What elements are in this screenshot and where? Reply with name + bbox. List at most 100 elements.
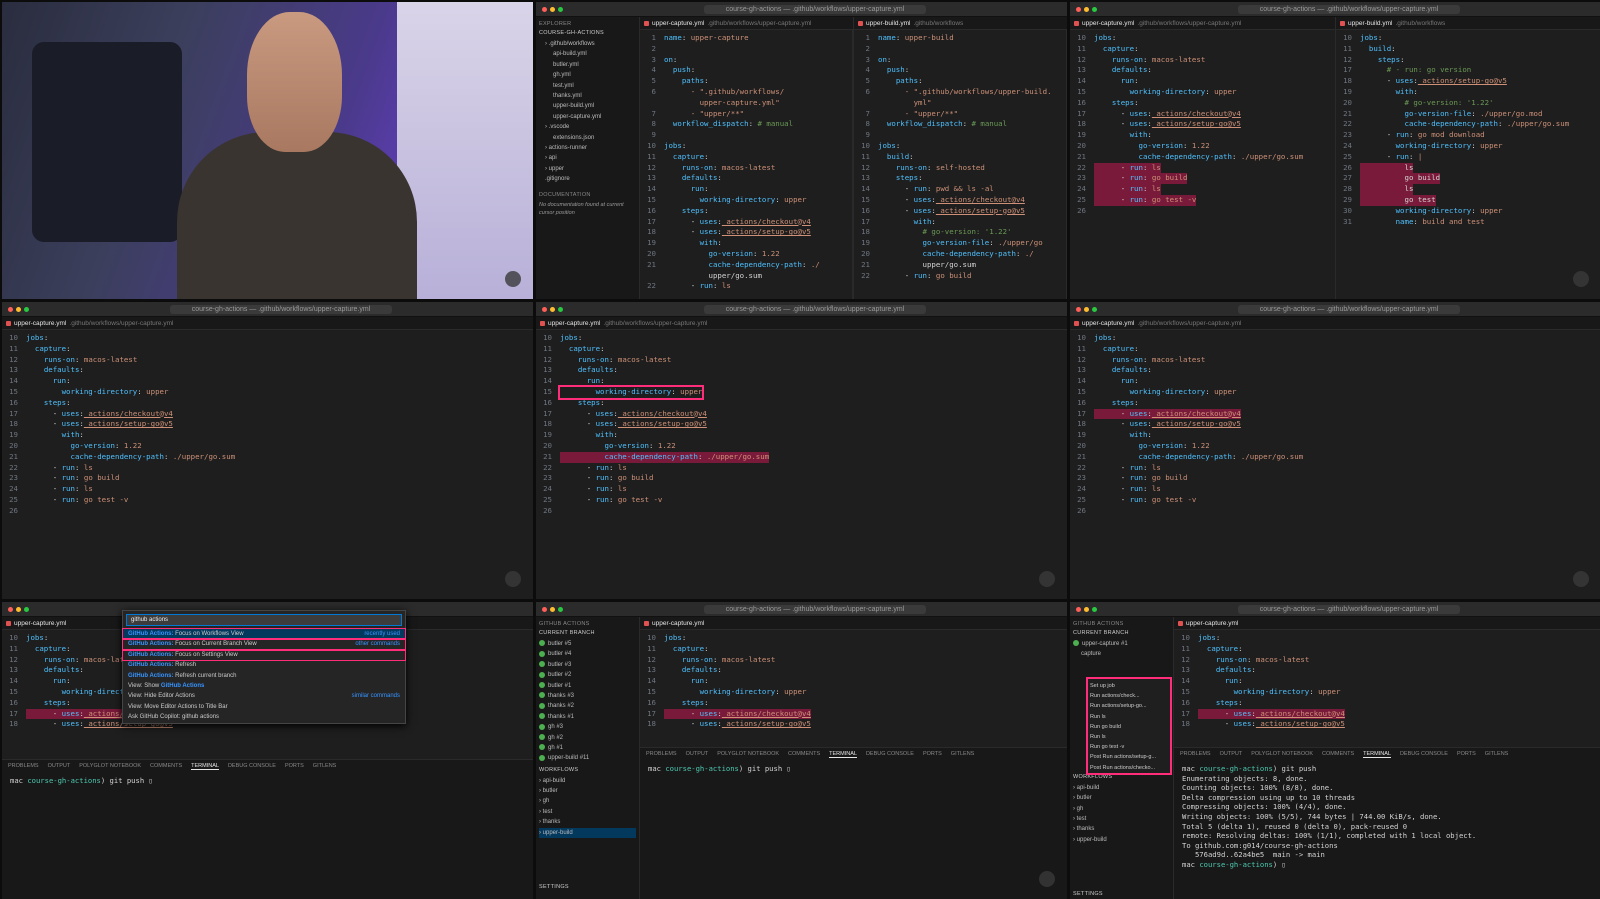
- panel-tab-problems[interactable]: PROBLEMS: [1180, 751, 1211, 757]
- explorer-item[interactable]: › upper: [539, 164, 636, 174]
- command-center[interactable]: course-gh-actions — .github/workflows/up…: [569, 4, 1061, 14]
- panel-tab-output[interactable]: OUTPUT: [686, 751, 709, 757]
- workflow-run-item[interactable]: thanks #1: [539, 712, 636, 722]
- command-palette-input[interactable]: github actions: [126, 614, 402, 626]
- command-item[interactable]: GitHub Actions: Refresh: [123, 660, 405, 670]
- workflow-item[interactable]: › thanks: [1073, 824, 1170, 834]
- terminal[interactable]: mac course-gh-actions) git push Enumerati…: [1174, 760, 1600, 874]
- run-step-item[interactable]: Run ls: [1090, 712, 1168, 722]
- command-center[interactable]: course-gh-actions — .github/workflows/up…: [569, 304, 1061, 314]
- panel-tab-output[interactable]: OUTPUT: [1220, 751, 1243, 757]
- panel-tab-comments[interactable]: COMMENTS: [1322, 751, 1354, 757]
- explorer-item[interactable]: › api: [539, 153, 636, 163]
- command-item[interactable]: View: Show GitHub Actions: [123, 681, 405, 691]
- tab-upper-capture[interactable]: upper-capture.yml .github/workflows/upper…: [540, 320, 707, 327]
- explorer-item[interactable]: › actions-runner: [539, 143, 636, 153]
- explorer-item[interactable]: thanks.yml: [539, 91, 636, 101]
- explorer-item[interactable]: test.yml: [539, 81, 636, 91]
- tab-upper-capture[interactable]: upper-capture.yml .github/workflows/upper…: [6, 320, 173, 327]
- capture-run-item[interactable]: upper-capture #1: [1073, 639, 1170, 649]
- panel-tab-comments[interactable]: COMMENTS: [150, 763, 182, 769]
- tab-upper-build[interactable]: upper-build.yml .github/workflows: [858, 20, 963, 27]
- play-icon[interactable]: [1039, 571, 1055, 587]
- run-step-item[interactable]: Post Run actions/checko...: [1090, 763, 1168, 773]
- tab-upper-capture[interactable]: upper-capture.yml .github/workflows/upper…: [644, 20, 811, 27]
- play-icon[interactable]: [1039, 871, 1055, 887]
- explorer-item[interactable]: upper-capture.yml: [539, 112, 636, 122]
- terminal[interactable]: mac course-gh-actions) git push ▯: [640, 760, 1067, 778]
- workflow-item[interactable]: › test: [539, 807, 636, 817]
- run-step-item[interactable]: Set up job: [1090, 681, 1168, 691]
- workflow-run-item[interactable]: gh #3: [539, 722, 636, 732]
- explorer-item[interactable]: api-build.yml: [539, 49, 636, 59]
- panel-tab-polyglot-notebook[interactable]: POLYGLOT NOTEBOOK: [79, 763, 141, 769]
- editor-upper-capture[interactable]: 10 jobs: 11 capture: 12 runs-on: macos-late…: [2, 330, 533, 599]
- tab-upper-capture[interactable]: upper-capture.yml: [1178, 620, 1238, 627]
- workflow-item[interactable]: › butler: [1073, 793, 1170, 803]
- workflow-item[interactable]: › test: [1073, 814, 1170, 824]
- command-item[interactable]: GitHub Actions: Focus on Current Branch …: [122, 638, 406, 651]
- workflow-item[interactable]: › api-build: [1073, 783, 1170, 793]
- panel-tab-problems[interactable]: PROBLEMS: [646, 751, 677, 757]
- editor-upper-build[interactable]: 1 name: upper-build 2 3 on: 4 push: 5 paths: 6 …: [854, 30, 1067, 299]
- workflow-run-item[interactable]: butler #3: [539, 660, 636, 670]
- capture-job-item[interactable]: capture: [1073, 649, 1170, 659]
- panel-tab-ports[interactable]: PORTS: [923, 751, 942, 757]
- run-step-item[interactable]: Run ls: [1090, 732, 1168, 742]
- command-item[interactable]: View: Move Editor Actions to Title Bar: [123, 702, 405, 712]
- panel-tab-terminal[interactable]: TERMINAL: [191, 763, 219, 770]
- explorer-item[interactable]: gh.yml: [539, 70, 636, 80]
- explorer-item[interactable]: butler.yml: [539, 60, 636, 70]
- workflow-run-item[interactable]: gh #1: [539, 743, 636, 753]
- traffic-lights[interactable]: [542, 6, 563, 12]
- play-icon[interactable]: [505, 571, 521, 587]
- editor-upper-capture[interactable]: 10 jobs: 11 capture: 12 runs-on: macos-late…: [1174, 630, 1600, 734]
- tab-upper-capture[interactable]: upper-capture.yml .github/workflows/upper…: [1074, 20, 1241, 27]
- run-step-item[interactable]: Run actions/check...: [1090, 691, 1168, 701]
- play-icon[interactable]: [505, 271, 521, 287]
- editor-upper-capture[interactable]: 10 jobs: 11 capture: 12 runs-on: macos-late…: [536, 330, 1067, 599]
- command-palette[interactable]: github actions GitHub Actions: Focus on …: [122, 610, 406, 724]
- tab-upper-build[interactable]: upper-build.yml .github/workflows: [1340, 20, 1445, 27]
- workflow-item[interactable]: › thanks: [539, 817, 636, 827]
- command-center[interactable]: course-gh-actions — .github/workflows/up…: [1103, 304, 1595, 314]
- terminal[interactable]: mac course-gh-actions) git push ▯: [2, 772, 533, 790]
- panel-tab-debug-console[interactable]: DEBUG CONSOLE: [228, 763, 276, 769]
- command-center[interactable]: course-gh-actions — .github/workflows/up…: [569, 604, 1061, 614]
- workflow-run-item[interactable]: thanks #2: [539, 701, 636, 711]
- workflow-run-item[interactable]: gh #2: [539, 733, 636, 743]
- editor-upper-capture-jobs[interactable]: 10 jobs: 11 capture: 12 runs-on: macos-late…: [1070, 30, 1335, 299]
- explorer-item[interactable]: › .github/workflows: [539, 39, 636, 49]
- explorer-item[interactable]: .gitignore: [539, 174, 636, 184]
- panel-tab-ports[interactable]: PORTS: [1457, 751, 1476, 757]
- workflow-run-item[interactable]: butler #4: [539, 649, 636, 659]
- command-item[interactable]: GitHub Actions: Focus on Workflows View r…: [122, 627, 406, 641]
- play-icon[interactable]: [1573, 271, 1589, 287]
- panel-tab-terminal[interactable]: TERMINAL: [829, 751, 857, 758]
- workflows-header[interactable]: WORKFLOWS: [539, 767, 636, 773]
- tab-upper-capture[interactable]: upper-capture.yml: [644, 620, 704, 627]
- workflow-run-item[interactable]: upper-build #11: [539, 753, 636, 763]
- panel-tab-problems[interactable]: PROBLEMS: [8, 763, 39, 769]
- tab-upper-capture[interactable]: upper-capture.yml .github/workflows/upper…: [1074, 320, 1241, 327]
- panel-tab-comments[interactable]: COMMENTS: [788, 751, 820, 757]
- workflow-run-item[interactable]: butler #2: [539, 670, 636, 680]
- run-step-item[interactable]: Post Run actions/setup-g...: [1090, 752, 1168, 762]
- explorer-item[interactable]: › .vscode: [539, 122, 636, 132]
- command-item[interactable]: View: Hide Editor Actions similar command…: [123, 691, 405, 701]
- explorer-item[interactable]: upper-build.yml: [539, 101, 636, 111]
- panel-tab-terminal[interactable]: TERMINAL: [1363, 751, 1391, 758]
- panel-tab-output[interactable]: OUTPUT: [48, 763, 71, 769]
- panel-tab-gitlens[interactable]: GITLENS: [951, 751, 975, 757]
- panel-tab-polyglot-notebook[interactable]: POLYGLOT NOTEBOOK: [1251, 751, 1313, 757]
- workflow-item[interactable]: › upper-build: [1073, 835, 1170, 845]
- run-step-item[interactable]: Run go build: [1090, 722, 1168, 732]
- command-item[interactable]: Ask GitHub Copilot: github actions: [123, 712, 405, 722]
- panel-tab-gitlens[interactable]: GITLENS: [313, 763, 337, 769]
- current-branch-header[interactable]: CURRENT BRANCH: [1073, 630, 1170, 636]
- explorer-item[interactable]: extensions.json: [539, 133, 636, 143]
- command-center[interactable]: course-gh-actions — .github/workflows/up…: [1103, 604, 1595, 614]
- panel-tab-ports[interactable]: PORTS: [285, 763, 304, 769]
- command-center[interactable]: course-gh-actions — .github/workflows/up…: [35, 304, 527, 314]
- workflow-run-item[interactable]: thanks #3: [539, 691, 636, 701]
